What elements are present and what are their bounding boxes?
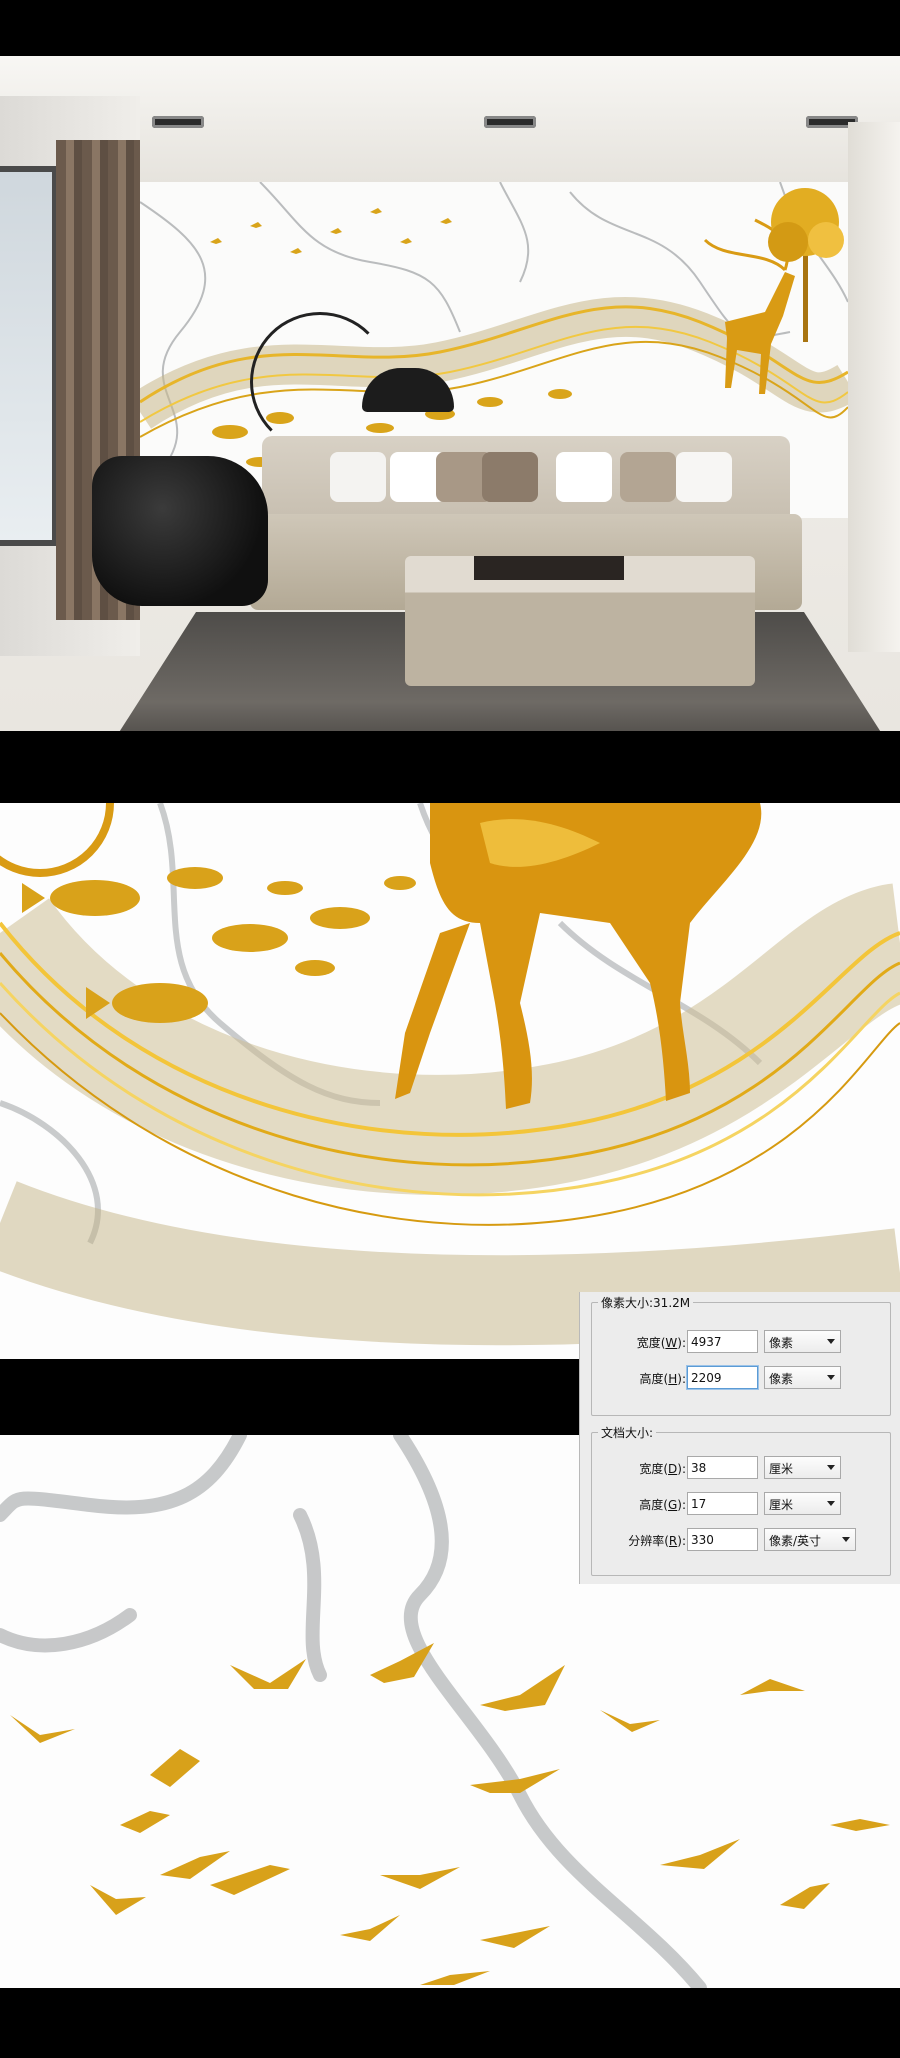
resolution-input[interactable] [687, 1528, 758, 1551]
bottom-black-band [0, 1988, 900, 2058]
ceiling-downlight [152, 116, 204, 128]
pixel-width-row: 宽度(W): 像素 [592, 1329, 892, 1355]
pixel-width-unit-select[interactable]: 像素 [764, 1330, 841, 1353]
pixel-height-row: 高度(H): 像素 [592, 1365, 892, 1391]
black-band-1 [0, 731, 900, 803]
ottoman-tray [474, 556, 624, 580]
document-size-group: 文档大小: 宽度(D): 厘米 高度(G): 厘米 分辨率(R): 像素/英寸 [591, 1424, 891, 1576]
pixel-height-input[interactable] [687, 1366, 758, 1389]
doc-height-row: 高度(G): 厘米 [592, 1491, 892, 1517]
resolution-label: 分辨率(R): [628, 1534, 686, 1548]
doc-height-input[interactable] [687, 1492, 758, 1515]
pixel-width-input[interactable] [687, 1330, 758, 1353]
sofa-pillow [330, 452, 386, 502]
lounge-chair [92, 456, 268, 606]
living-room-mockup [0, 56, 900, 731]
pixel-width-label: 宽度(W): [636, 1336, 686, 1350]
dropdown-caret-icon [827, 1339, 835, 1344]
dropdown-caret-icon [827, 1465, 835, 1470]
top-black-band [0, 0, 900, 56]
window [0, 166, 58, 546]
image-size-dialog: 像素大小:31.2M 宽度(W): 像素 高度(H): 像素 文档大小: 宽度(… [579, 1292, 900, 1584]
doc-width-unit-select[interactable]: 厘米 [764, 1456, 841, 1479]
pixel-dimensions-title: 像素大小:31.2M [601, 1296, 691, 1310]
pixel-height-label: 高度(H): [639, 1372, 686, 1386]
doc-height-unit-select[interactable]: 厘米 [764, 1492, 841, 1515]
dropdown-caret-icon [827, 1375, 835, 1380]
dropdown-caret-icon [842, 1537, 850, 1542]
doc-width-row: 宽度(D): 厘米 [592, 1455, 892, 1481]
doc-height-label: 高度(G): [639, 1498, 686, 1512]
sofa-pillow [556, 452, 612, 502]
doc-width-input[interactable] [687, 1456, 758, 1479]
resolution-unit-select[interactable]: 像素/英寸 [764, 1528, 856, 1551]
deer-detail-artwork [0, 803, 900, 1346]
doc-width-label: 宽度(D): [639, 1462, 686, 1476]
pixel-height-unit-select[interactable]: 像素 [764, 1366, 841, 1389]
resolution-row: 分辨率(R): 像素/英寸 [592, 1527, 892, 1553]
sofa-pillow [620, 452, 676, 502]
ceiling-downlight [484, 116, 536, 128]
sofa-pillow [676, 452, 732, 502]
document-size-title: 文档大小: [601, 1426, 654, 1440]
pixel-dimensions-group: 像素大小:31.2M 宽度(W): 像素 高度(H): 像素 [591, 1294, 891, 1416]
floor-lamp-arc [250, 312, 390, 452]
dropdown-caret-icon [827, 1501, 835, 1506]
mural-detail-deer [0, 803, 900, 1359]
sofa-pillow [482, 452, 538, 502]
right-wall [848, 122, 900, 652]
